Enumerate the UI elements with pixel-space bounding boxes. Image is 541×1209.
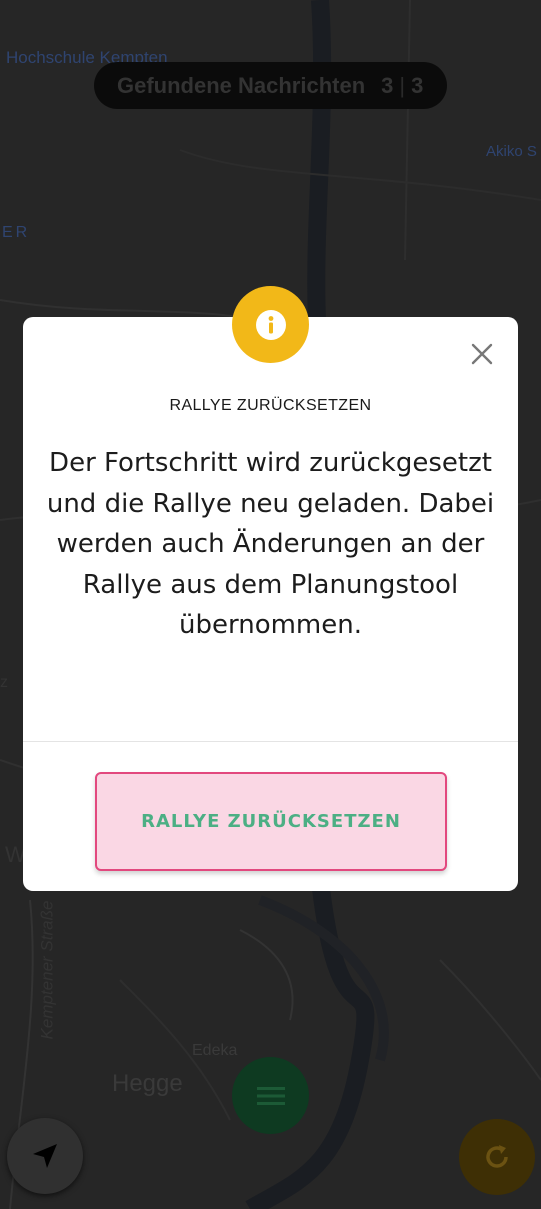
- close-icon: [471, 343, 493, 365]
- map-label-edeka: Edeka: [192, 1042, 238, 1059]
- map-label-er: ER: [2, 224, 31, 241]
- dialog-divider: [23, 741, 518, 742]
- app-screen: Hochschule Kempten Akiko S ER z W Kempte…: [0, 0, 541, 1209]
- refresh-button[interactable]: [459, 1119, 535, 1195]
- close-button[interactable]: [465, 337, 499, 371]
- dialog-message: Der Fortschritt wird zurückgesetzt und d…: [46, 448, 495, 640]
- found-messages-separator: |: [399, 72, 406, 98]
- navigation-arrow-icon: [33, 1144, 57, 1168]
- found-messages-total: 3: [411, 72, 424, 98]
- reset-rally-dialog: RALLYE ZURÜCKSETZEN Der Fortschritt wird…: [23, 317, 518, 891]
- found-messages-count: 3: [381, 72, 394, 98]
- map-label-z: z: [0, 674, 8, 691]
- found-messages-pill[interactable]: Gefundene Nachrichten 3 | 3: [94, 62, 447, 109]
- locate-button[interactable]: [7, 1118, 83, 1194]
- menu-button[interactable]: [232, 1057, 309, 1134]
- menu-icon: [256, 1086, 285, 1105]
- map-label-kemptener-strasse: Kemptener Straße: [37, 900, 57, 1040]
- info-icon: [255, 309, 286, 340]
- refresh-icon: [486, 1145, 508, 1168]
- info-badge: [232, 286, 309, 363]
- dialog-title: RALLYE ZURÜCKSETZEN: [169, 397, 372, 414]
- map-label-hegge: Hegge: [112, 1070, 183, 1097]
- found-messages-label: Gefundene Nachrichten: [117, 72, 366, 98]
- map-label-akiko: Akiko S: [486, 143, 537, 160]
- reset-rally-button[interactable]: RALLYE ZURÜCKSETZEN: [95, 772, 447, 871]
